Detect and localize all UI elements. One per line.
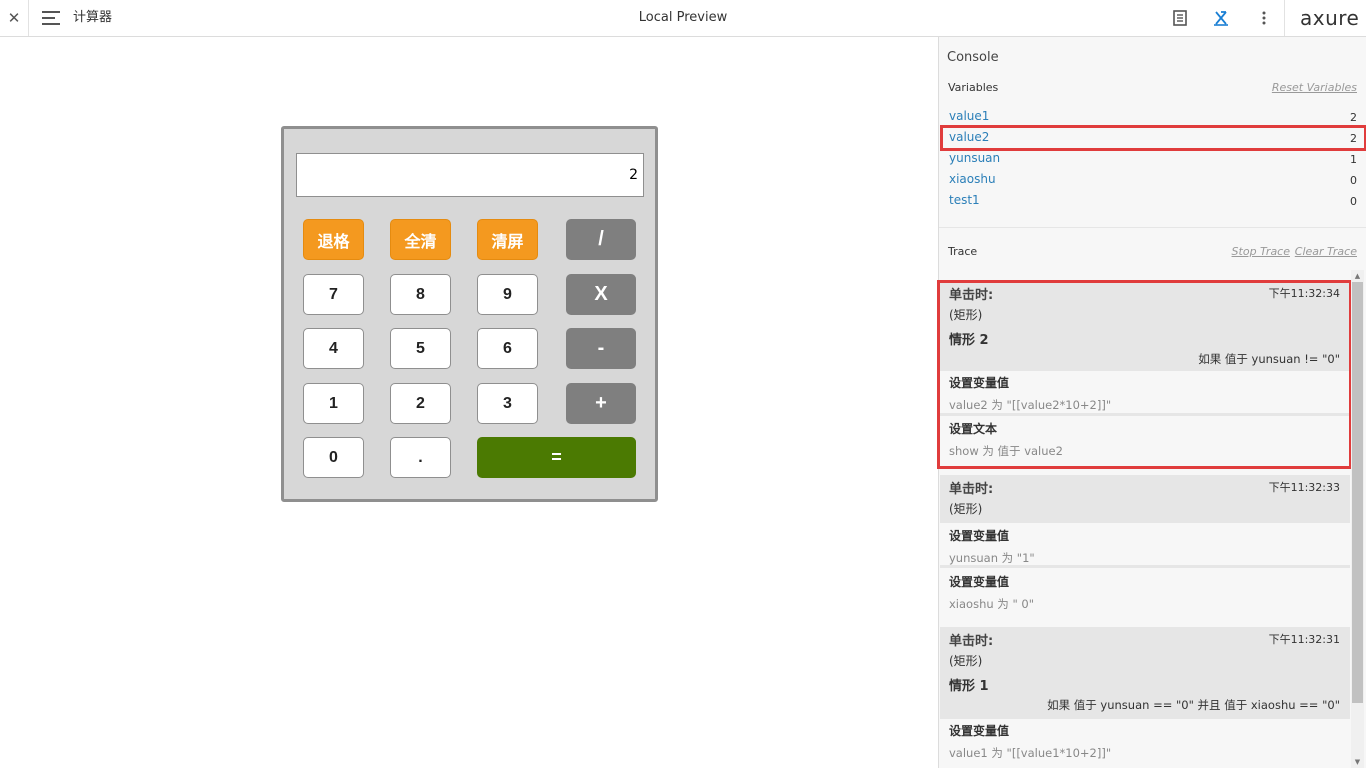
trace-time: 下午11:32:33: [1268, 481, 1340, 494]
variable-name: xiaoshu: [949, 172, 996, 186]
scroll-down-icon[interactable]: ▼: [1351, 756, 1364, 768]
stop-trace-link[interactable]: Stop Trace: [1232, 245, 1290, 258]
trace-event: 单击时:: [949, 634, 994, 649]
close-icon[interactable]: ✕: [0, 0, 29, 36]
trace-scrollbar[interactable]: ▲ ▼: [1351, 270, 1364, 768]
clear-all-button[interactable]: 全清: [390, 219, 451, 260]
trace-label: Trace: [948, 245, 978, 258]
console-title: Console: [947, 50, 999, 65]
scrollbar-thumb[interactable]: [1352, 282, 1363, 703]
variable-name: value1: [949, 109, 990, 123]
digit-2-button[interactable]: 2: [390, 383, 451, 424]
trace-action: 设置变量值 xiaoshu 为 " 0": [940, 569, 1350, 614]
minus-button[interactable]: -: [566, 328, 636, 369]
divide-button[interactable]: /: [566, 219, 636, 260]
scroll-up-icon[interactable]: ▲: [1351, 270, 1364, 282]
highlight-box: [940, 125, 1366, 151]
menu-icon[interactable]: [42, 10, 60, 26]
preview-title: Local Preview: [638, 10, 728, 25]
digit-9-button[interactable]: 9: [477, 274, 538, 315]
multiply-button[interactable]: X: [566, 274, 636, 315]
trace-action-name: 设置变量值: [949, 575, 1010, 589]
variable-value: 0: [1350, 195, 1357, 208]
digit-1-button[interactable]: 1: [303, 383, 364, 424]
digit-7-button[interactable]: 7: [303, 274, 364, 315]
decimal-point-button[interactable]: .: [390, 437, 451, 478]
digit-5-button[interactable]: 5: [390, 328, 451, 369]
digit-8-button[interactable]: 8: [390, 274, 451, 315]
trace-object: (矩形): [949, 502, 983, 516]
trace-condition: 如果 值于 yunsuan == "0" 并且 值于 xiaoshu == "0…: [1047, 698, 1340, 712]
equals-button[interactable]: =: [477, 437, 636, 478]
trace-object: (矩形): [949, 654, 983, 668]
console-panel: Console Variables Reset Variables value1…: [937, 37, 1366, 768]
page-title: 计算器: [73, 10, 113, 25]
trace-case: 情形 1: [949, 679, 989, 694]
variable-row: yunsuan 1: [939, 148, 1366, 169]
variable-name: test1: [949, 193, 980, 207]
trace-action: 设置变量值 yunsuan 为 "1": [940, 523, 1350, 568]
trace-action-detail: value1 为 "[[value1*10+2]]": [949, 746, 1112, 760]
trace-entry-header: 单击时: 下午11:32:33 (矩形): [940, 475, 1350, 523]
divider: [939, 227, 1366, 228]
variable-value: 0: [1350, 174, 1357, 187]
top-bar: ✕ 计算器 Local Preview axure: [0, 0, 1366, 37]
notes-icon[interactable]: [1171, 9, 1189, 27]
backspace-button[interactable]: 退格: [303, 219, 364, 260]
trace-event: 单击时:: [949, 482, 994, 497]
variable-value: 2: [1350, 111, 1357, 124]
trace-action-detail: xiaoshu 为 " 0": [949, 597, 1035, 611]
digit-6-button[interactable]: 6: [477, 328, 538, 369]
digit-0-button[interactable]: 0: [303, 437, 364, 478]
trace-action-name: 设置变量值: [949, 724, 1010, 738]
clear-screen-button[interactable]: 清屏: [477, 219, 538, 260]
reset-variables-link[interactable]: Reset Variables: [1272, 81, 1357, 94]
variable-row: test1 0: [939, 190, 1366, 211]
calculator: 2 退格 全清 清屏 / 7 8 9 X 4 5 6 - 1 2 3 + 0 .…: [281, 126, 658, 502]
digit-3-button[interactable]: 3: [477, 383, 538, 424]
trace-time: 下午11:32:31: [1268, 633, 1340, 646]
trace-action-detail: yunsuan 为 "1": [949, 551, 1035, 565]
variable-name: yunsuan: [949, 151, 1001, 165]
console-icon[interactable]: [1212, 9, 1230, 27]
trace-action-name: 设置变量值: [949, 529, 1010, 543]
plus-button[interactable]: +: [566, 383, 636, 424]
highlight-box: [937, 280, 1352, 469]
variable-row: xiaoshu 0: [939, 169, 1366, 190]
variable-row: value1 2: [939, 106, 1366, 127]
variable-value: 1: [1350, 153, 1357, 166]
axure-logo: axure: [1300, 6, 1360, 30]
digit-4-button[interactable]: 4: [303, 328, 364, 369]
trace-action: 设置变量值 value1 为 "[[value1*10+2]]": [940, 719, 1350, 768]
variables-label: Variables: [948, 81, 999, 94]
more-icon[interactable]: [1255, 9, 1273, 27]
calculator-display: 2: [296, 153, 644, 197]
divider: [1284, 0, 1285, 36]
clear-trace-link[interactable]: Clear Trace: [1295, 245, 1357, 258]
trace-entry-header: 单击时: 下午11:32:31 (矩形) 情形 1 如果 值于 yunsuan …: [940, 627, 1350, 719]
